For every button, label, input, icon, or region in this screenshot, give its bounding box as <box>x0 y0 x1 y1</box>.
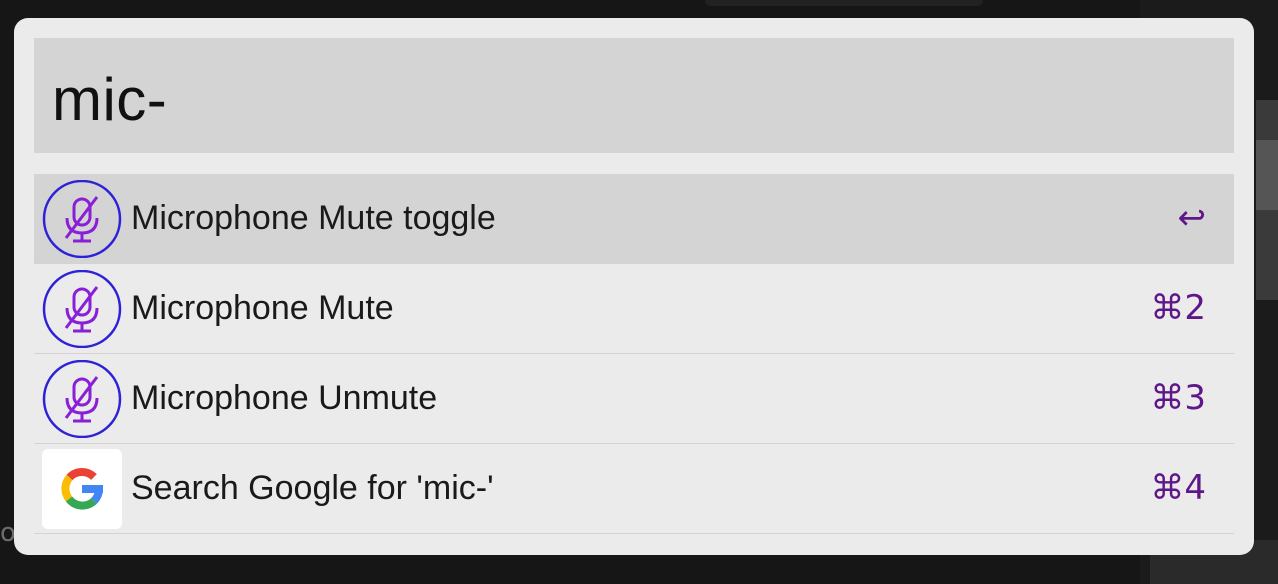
background-window-tab <box>705 0 983 6</box>
result-row-search-google[interactable]: Search Google for 'mic-' ⌘4 <box>34 444 1234 534</box>
background-scroll-thumb <box>1256 140 1278 210</box>
search-query[interactable]: mic- <box>52 67 167 133</box>
result-label: Microphone Mute <box>131 289 394 327</box>
command-shortcut: ⌘4 <box>1150 468 1206 508</box>
result-row-unmute[interactable]: Microphone Unmute ⌘3 <box>34 354 1234 444</box>
result-label: Microphone Unmute <box>131 379 438 417</box>
result-row-mute-toggle[interactable]: Microphone Mute toggle ↩ <box>34 174 1234 264</box>
result-label: Microphone Mute toggle <box>131 199 496 237</box>
command-shortcut: ⌘3 <box>1150 378 1206 418</box>
results-list: Microphone Mute toggle ↩ Microphone Mute… <box>34 174 1234 534</box>
launcher-window: mic- Microphone Mute toggle ↩ Microphone… <box>14 18 1254 555</box>
mic-mute-icon <box>42 179 122 259</box>
result-row-mute[interactable]: Microphone Mute ⌘2 <box>34 264 1234 354</box>
mic-mute-icon <box>42 269 122 349</box>
command-shortcut: ⌘2 <box>1150 288 1206 328</box>
search-input[interactable]: mic- <box>34 38 1234 153</box>
result-label: Search Google for 'mic-' <box>131 469 494 507</box>
mic-mute-icon <box>42 359 122 439</box>
return-key-shortcut: ↩ <box>1177 198 1207 238</box>
google-icon <box>42 449 122 529</box>
